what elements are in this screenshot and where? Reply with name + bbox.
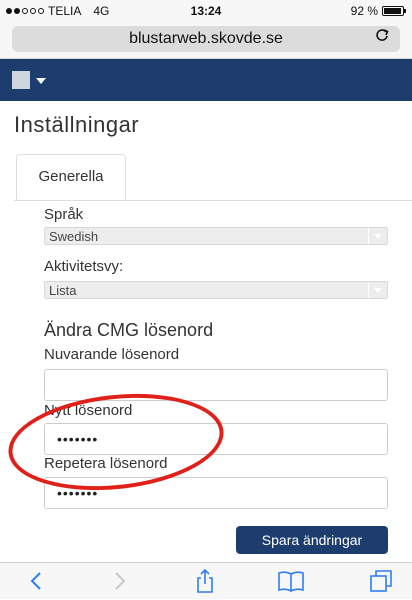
back-icon[interactable]	[22, 567, 52, 595]
select-arrow-icon	[368, 228, 387, 244]
current-password-field[interactable]	[44, 369, 388, 401]
share-icon[interactable]	[190, 567, 220, 595]
status-bar: TELIA 4G 13:24 92 %	[0, 0, 412, 22]
save-changes-button[interactable]: Spara ändringar	[236, 526, 388, 554]
language-value: Swedish	[49, 229, 99, 244]
tab-generella[interactable]: Generella	[16, 154, 126, 200]
bookmarks-icon[interactable]	[276, 567, 306, 595]
top-navbar	[0, 59, 412, 101]
browser-toolbar	[0, 562, 412, 599]
menu-icon[interactable]	[12, 71, 30, 89]
select-arrow-icon	[368, 282, 387, 298]
page-title: Inställningar	[14, 112, 140, 137]
battery-percent: 92 %	[350, 4, 378, 18]
activity-view-value: Lista	[49, 283, 77, 298]
current-password-label: Nuvarande lösenord	[44, 346, 180, 363]
tabs-icon[interactable]	[366, 567, 396, 595]
tabs-divider	[14, 200, 412, 201]
language-label: Språk	[44, 206, 84, 223]
battery-icon	[382, 6, 406, 16]
browser-address-area: blustarweb.skovde.se	[0, 22, 412, 59]
language-select[interactable]: Swedish	[44, 227, 388, 245]
activity-view-select[interactable]: Lista	[44, 281, 388, 299]
activity-view-label: Aktivitetsvy:	[44, 258, 124, 275]
forward-icon[interactable]	[104, 567, 134, 595]
password-section-title: Ändra CMG lösenord	[44, 320, 214, 340]
chevron-down-icon[interactable]	[36, 78, 46, 84]
reload-icon[interactable]	[374, 27, 390, 48]
url-bar[interactable]: blustarweb.skovde.se	[12, 26, 400, 52]
